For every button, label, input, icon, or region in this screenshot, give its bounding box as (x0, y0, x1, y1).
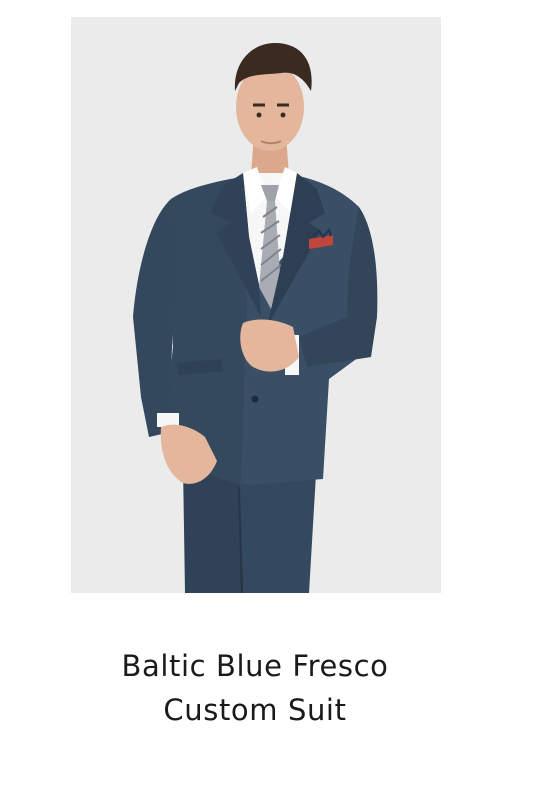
product-title-line-1: Baltic Blue Fresco (121, 649, 389, 683)
eye-right (280, 112, 286, 118)
product-title-line-2: Custom Suit (163, 693, 347, 727)
jacket-button-2 (251, 395, 259, 403)
product-card[interactable]: Baltic Blue Fresco Custom Suit (0, 0, 540, 793)
model-illustration (71, 17, 441, 593)
product-image[interactable] (71, 17, 441, 593)
trouser-left-leg (183, 465, 247, 593)
eye-left (256, 112, 262, 118)
product-title[interactable]: Baltic Blue Fresco Custom Suit (40, 644, 470, 732)
